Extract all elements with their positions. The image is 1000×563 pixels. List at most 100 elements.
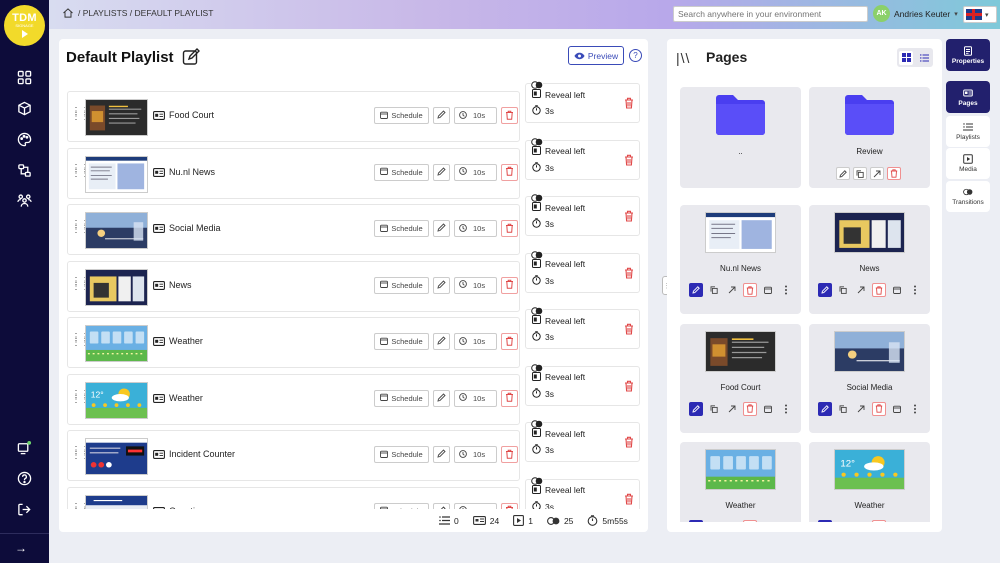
devices-link-icon[interactable] — [16, 162, 33, 179]
transition-toggle-icon[interactable] — [531, 250, 543, 259]
grid-view-icon[interactable] — [899, 50, 913, 65]
delete-page-icon[interactable] — [743, 520, 757, 522]
right-nav-transitions[interactable]: Transitions — [946, 181, 990, 212]
schedule-button[interactable]: Schedule — [374, 163, 429, 181]
playlist-row[interactable]: ⋮⋮ ⋮⋮ Incident Counter Schedule 10s — [67, 430, 520, 481]
edit-page-icon[interactable] — [689, 401, 703, 416]
folder-card[interactable]: .. — [680, 87, 801, 188]
edit-page-icon[interactable] — [818, 520, 832, 522]
transition-toggle-icon[interactable] — [531, 420, 543, 428]
dashboard-grid-icon[interactable] — [16, 69, 33, 86]
schedule-page-icon[interactable] — [761, 520, 775, 522]
schedule-button[interactable]: Schedule — [374, 389, 429, 407]
playlist-row[interactable]: ⋮⋮ ⋮⋮ Weather Schedule 10s — [67, 317, 520, 368]
copy-page-icon[interactable] — [836, 283, 850, 297]
folder-card[interactable]: Review — [809, 87, 930, 188]
edit-folder-icon[interactable] — [836, 167, 850, 180]
transition-toggle-icon[interactable] — [531, 81, 543, 89]
transition-card[interactable]: Reveal left 3s — [525, 250, 640, 293]
transition-card[interactable]: Reveal left 3s — [525, 307, 640, 349]
open-page-icon[interactable] — [725, 520, 739, 522]
page-card[interactable]: Social Media — [809, 323, 930, 433]
transition-toggle-icon[interactable] — [531, 476, 543, 485]
more-options-icon[interactable] — [779, 283, 793, 297]
duration-field[interactable]: 10s — [454, 446, 497, 463]
copy-page-icon[interactable] — [707, 283, 721, 297]
copy-page-icon[interactable] — [707, 520, 721, 522]
open-page-icon[interactable] — [854, 520, 868, 522]
delete-transition-icon[interactable] — [624, 323, 634, 337]
more-options-icon[interactable] — [779, 401, 793, 416]
copy-page-icon[interactable] — [836, 520, 850, 522]
edit-item-button[interactable] — [433, 502, 450, 509]
schedule-button[interactable]: Schedule — [374, 502, 429, 509]
delete-page-icon[interactable] — [743, 283, 757, 297]
transition-card[interactable]: Reveal left 3s — [525, 420, 640, 462]
delete-page-icon[interactable] — [872, 520, 886, 522]
playlist-row[interactable]: ⋮⋮ ⋮⋮ Nu.nl News Schedule 10s — [67, 147, 520, 199]
schedule-page-icon[interactable] — [890, 283, 904, 297]
page-card[interactable]: Food Court — [680, 323, 801, 433]
home-icon[interactable] — [62, 7, 74, 19]
schedule-page-icon[interactable] — [890, 520, 904, 522]
delete-page-icon[interactable] — [743, 401, 757, 416]
list-view-icon[interactable] — [917, 51, 931, 65]
edit-page-icon[interactable] — [689, 283, 703, 297]
copy-page-icon[interactable] — [707, 401, 721, 416]
delete-folder-icon[interactable] — [887, 167, 901, 180]
playlist-row[interactable]: ⋮⋮⋮⋮ Questio... Schedule 10s — [67, 486, 520, 509]
expand-sidebar-arrow-icon[interactable]: → — [15, 541, 27, 555]
page-card[interactable]: 12° Weather — [809, 442, 930, 522]
remove-item-button[interactable] — [501, 163, 518, 181]
drag-handle-icon[interactable]: ⋮⋮⋮⋮ — [71, 163, 90, 182]
right-nav-properties[interactable]: Properties — [946, 39, 990, 71]
right-nav-playlists[interactable]: Playlists — [946, 116, 990, 147]
edit-title-icon[interactable] — [182, 48, 200, 66]
remove-item-button[interactable] — [501, 389, 518, 407]
page-card[interactable]: Weather — [680, 442, 801, 522]
language-selector[interactable]: ▾ — [963, 6, 997, 23]
transition-card[interactable]: Reveal left 3s — [525, 363, 640, 406]
schedule-button[interactable]: Schedule — [374, 333, 429, 350]
delete-transition-icon[interactable] — [624, 380, 634, 394]
drag-handle-icon[interactable]: ⋮⋮⋮⋮ — [71, 502, 90, 509]
duration-field[interactable]: 10s — [454, 220, 497, 237]
edit-item-button[interactable] — [433, 389, 450, 407]
remove-item-button[interactable] — [501, 107, 518, 124]
edit-item-button[interactable] — [433, 333, 450, 350]
schedule-page-icon[interactable] — [890, 401, 904, 416]
transition-toggle-icon[interactable] — [531, 137, 543, 146]
open-page-icon[interactable] — [854, 401, 868, 416]
right-nav-pages[interactable]: Pages — [946, 81, 990, 113]
schedule-button[interactable]: Schedule — [374, 276, 429, 294]
drag-handle-icon[interactable]: ⋮⋮⋮⋮ — [71, 220, 90, 238]
drag-handle-icon[interactable]: ⋮⋮⋮⋮ — [71, 446, 90, 464]
playlist-row[interactable]: ⋮⋮ ⋮⋮ News Schedule 10s — [67, 260, 520, 312]
page-card[interactable]: Nu.nl News — [680, 205, 801, 314]
duration-field[interactable]: 10s — [454, 276, 497, 294]
schedule-button[interactable]: Schedule — [374, 220, 429, 237]
transition-toggle-icon[interactable] — [531, 194, 543, 202]
delete-transition-icon[interactable] — [624, 210, 634, 224]
team-icon[interactable] — [16, 192, 33, 209]
page-card[interactable]: News — [809, 205, 930, 314]
edit-item-button[interactable] — [433, 220, 450, 237]
delete-transition-icon[interactable] — [624, 436, 634, 450]
remove-item-button[interactable] — [501, 502, 518, 509]
drag-handle-icon[interactable]: ⋮⋮⋮⋮ — [71, 107, 90, 125]
delete-page-icon[interactable] — [872, 283, 886, 297]
duration-field[interactable]: 10s — [454, 333, 497, 350]
user-menu[interactable]: AK Andries Keuter ▾ — [873, 5, 958, 22]
global-search-input[interactable] — [673, 6, 868, 22]
palette-icon[interactable] — [16, 131, 33, 148]
more-options-icon[interactable] — [908, 520, 922, 522]
right-nav-media[interactable]: Media — [946, 148, 990, 179]
remove-item-button[interactable] — [501, 333, 518, 350]
open-page-icon[interactable] — [725, 401, 739, 416]
transition-card[interactable]: Reveal left 3s — [525, 81, 640, 123]
edit-page-icon[interactable] — [689, 520, 703, 522]
copy-page-icon[interactable] — [836, 401, 850, 416]
schedule-button[interactable]: Schedule — [374, 107, 429, 124]
help-circle-icon[interactable] — [16, 470, 33, 487]
schedule-page-icon[interactable] — [761, 283, 775, 297]
